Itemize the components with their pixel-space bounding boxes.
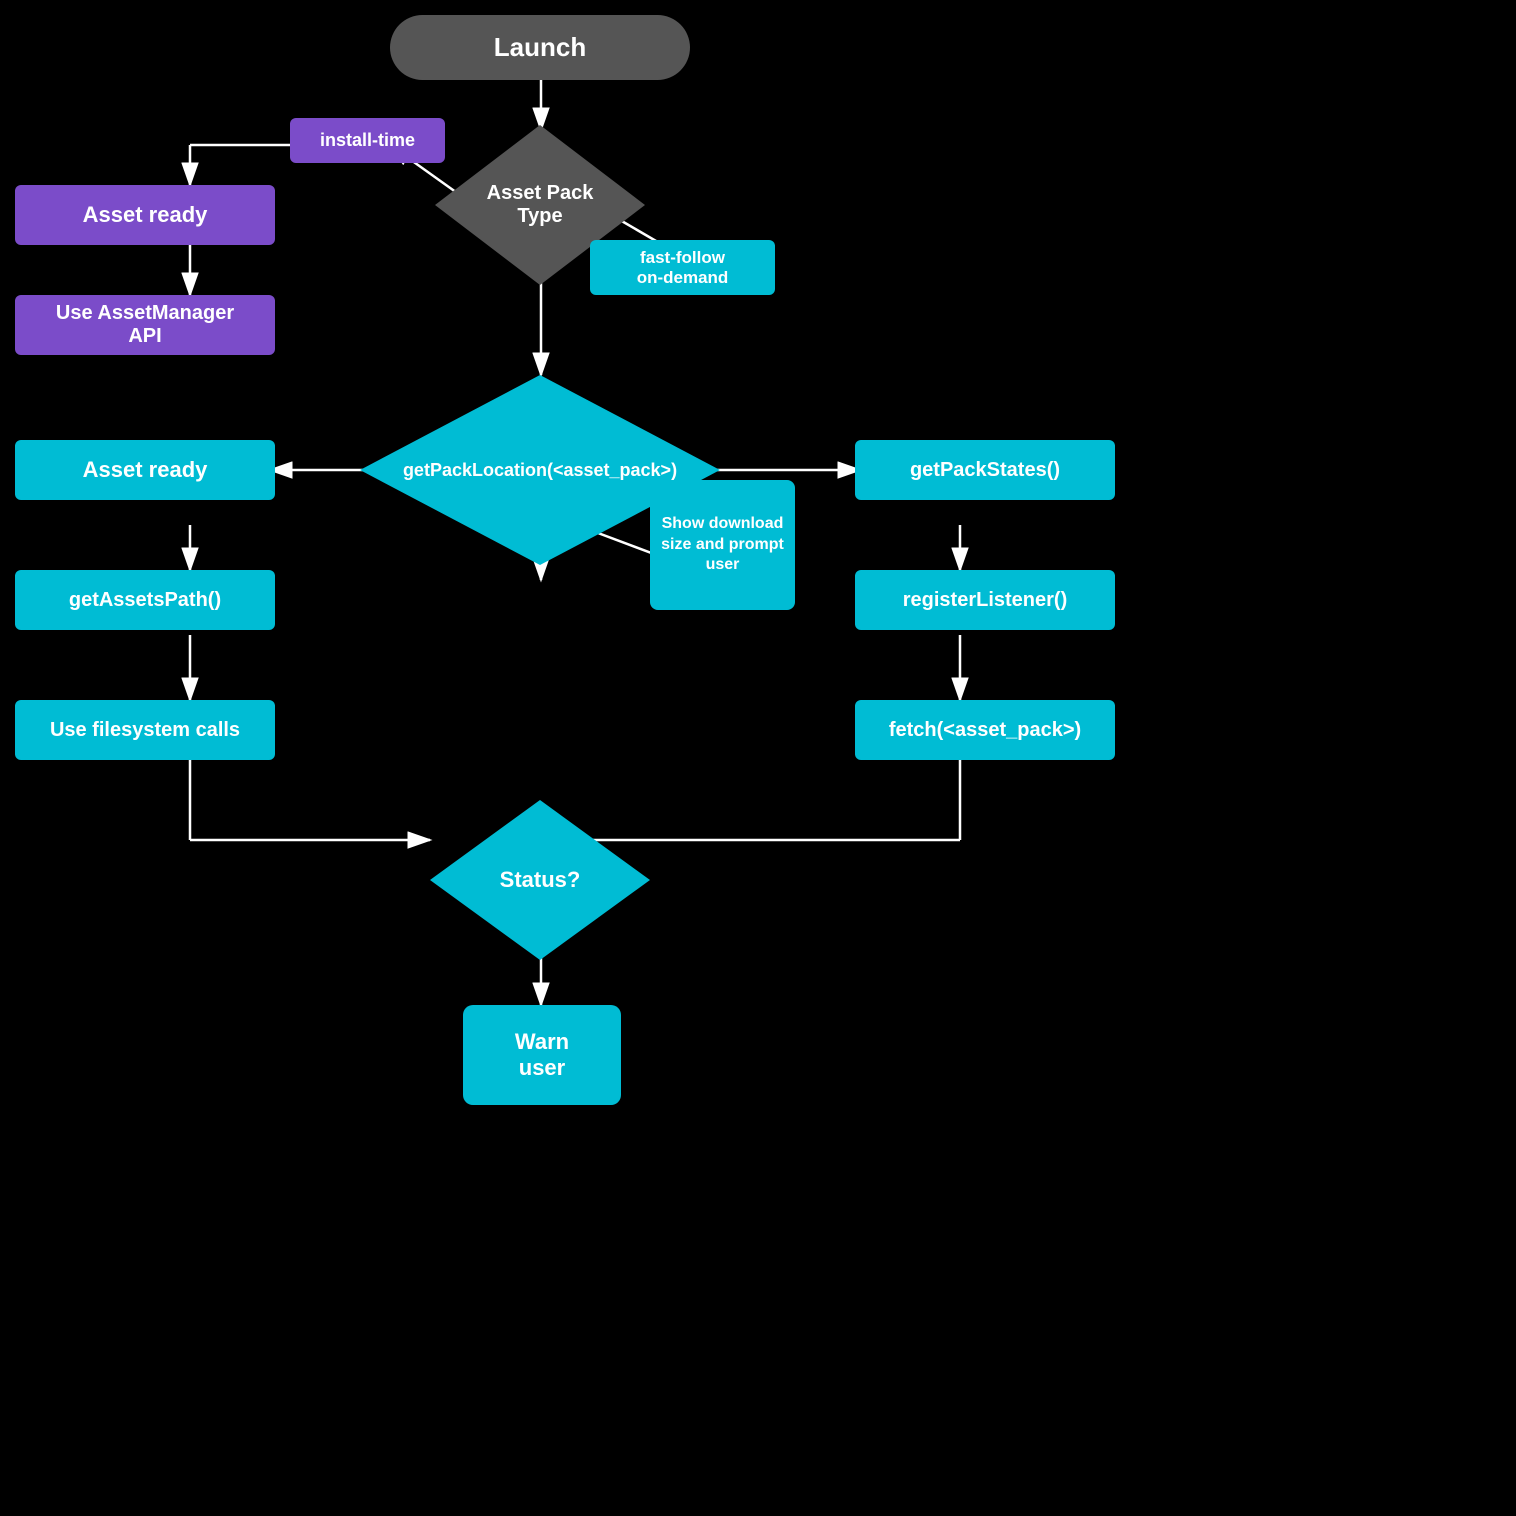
status-diamond: Status? — [430, 800, 650, 960]
show-download-node: Show download size and prompt user — [650, 480, 795, 610]
use-filesystem-node: Use filesystem calls — [15, 700, 275, 760]
register-listener-node: registerListener() — [855, 570, 1115, 630]
asset-ready-top: Asset ready — [15, 185, 275, 245]
asset-ready-mid: Asset ready — [15, 440, 275, 500]
warn-user-node: Warn user — [463, 1005, 621, 1105]
fast-follow-label: fast-follow on-demand — [590, 240, 775, 295]
use-asset-manager-node: Use AssetManager API — [15, 295, 275, 355]
flowchart: Launch Asset Pack Type install-time Asse… — [0, 0, 1516, 1516]
fetch-node: fetch(<asset_pack>) — [855, 700, 1115, 760]
install-time-label: install-time — [290, 118, 445, 163]
launch-node: Launch — [390, 15, 690, 80]
get-pack-states-node: getPackStates() — [855, 440, 1115, 500]
get-assets-path-node: getAssetsPath() — [15, 570, 275, 630]
